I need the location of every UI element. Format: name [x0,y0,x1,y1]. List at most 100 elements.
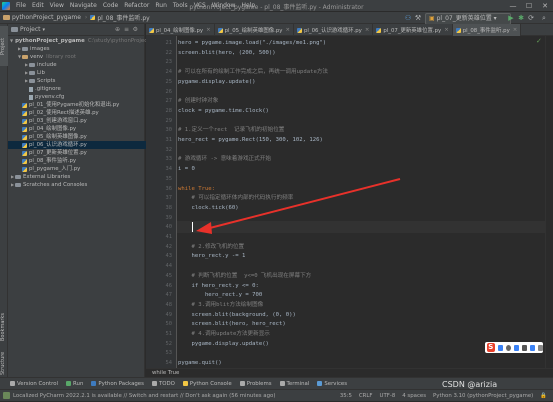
menu-view[interactable]: View [47,2,67,9]
inspection-ok-icon[interactable]: ✓ [536,38,542,45]
editor-tab[interactable]: pl_06_认识游戏循环.py × [294,24,374,36]
menu-edit[interactable]: Edit [29,2,47,9]
file-encoding[interactable]: UTF-8 [380,393,396,399]
menu-help[interactable]: Help [238,2,258,9]
editor-tab-label: pl_07_更新英雄位置.py [383,28,442,34]
file-icon [29,86,33,92]
tool-tab-label: Problems [246,380,272,387]
update-notification-icon[interactable] [3,392,10,399]
ime-lang-icon[interactable] [497,344,503,351]
coverage-icon[interactable]: ⟳ [527,14,535,22]
menu-code[interactable]: Code [100,2,121,9]
menu-file[interactable]: File [13,2,29,9]
tree-item-label: pl_05_绘制英雄图像.py [29,134,87,140]
chevron-down-icon[interactable]: ▼ [10,37,13,45]
menu-run[interactable]: Run [152,2,170,9]
code-editor[interactable]: 21 22 23 24 25 26 27 28 29 30 31 32 33 34 35 36 37 38 39 40… [146,36,545,368]
caret-position[interactable]: 35:5 [340,393,352,399]
collapse-all-icon[interactable]: ≡ [124,26,129,33]
run-icon[interactable]: ▶ [507,14,515,22]
tool-tab[interactable]: Run [66,381,83,387]
tree-item[interactable]: pl_05_绘制英雄图像.py [8,133,154,141]
hammer-icon[interactable]: ⚒ [414,14,422,22]
minimize-button[interactable]: — [505,0,521,12]
tree-item[interactable]: pyvenv.cfg [8,93,161,101]
menu-refactor[interactable]: Refactor [121,2,152,9]
tree-item-label: pythonProject_pygame [15,38,85,44]
python-file-icon [22,102,27,108]
locate-icon[interactable]: ⊕ [115,26,120,33]
maximize-button[interactable]: ☐ [521,0,537,12]
ime-punct-icon[interactable] [505,344,511,351]
editor-scrollbar[interactable] [545,36,553,368]
menu-vcs[interactable]: VCS [191,2,209,9]
editor-tab[interactable]: pl_05_绘制英雄图像.py × [215,24,294,36]
project-tool-tab[interactable]: Project [0,26,8,66]
ime-menu-icon[interactable] [537,344,543,351]
tree-item[interactable]: pl_07_更新英雄位置.py [8,149,154,157]
gear-icon[interactable]: ⚙ [133,26,138,33]
lock-icon[interactable]: 🔒 [540,393,547,399]
folder-icon [22,55,28,59]
tool-tab[interactable]: Problems [239,380,272,387]
code-line: pygame.display.update() [178,340,269,347]
tree-item[interactable]: .gitignore [8,85,161,93]
close-icon[interactable]: × [513,27,518,33]
python-file-icon [455,27,461,33]
close-icon[interactable]: × [285,27,290,33]
tool-tab[interactable]: Services [317,381,347,387]
tree-item-label: images [30,46,50,52]
close-icon[interactable]: × [365,27,370,33]
tree-item[interactable]: ▶ include [8,61,161,69]
tree-item[interactable]: pl_01_使用Pygame初始化和退出.py [8,101,154,109]
tree-item[interactable]: pl_08_事件监听.py [8,157,154,165]
close-icon[interactable]: × [444,27,449,33]
tree-item[interactable]: ▶ Scripts [8,77,161,85]
chevron-right-icon: › [84,14,88,21]
tool-tab[interactable]: Terminal [279,381,309,387]
line-separator[interactable]: CRLF [359,393,373,399]
tree-item[interactable]: ▼ venv library root [8,53,154,61]
tool-tab[interactable]: TODO [151,381,175,387]
breadcrumb-item[interactable]: while True [152,370,179,376]
indent-setting[interactable]: 4 spaces [402,393,426,399]
tool-tab[interactable]: Python Console [182,381,232,387]
tree-item[interactable]: pl_03_创建游戏窗口.py [8,117,154,125]
python-interpreter[interactable]: Python 3.10 (pythonProject_pygame) [433,393,533,399]
menu-tools[interactable]: Tools [170,2,191,9]
menu-window[interactable]: Window [209,2,239,9]
menu-navigate[interactable]: Navigate [67,2,100,9]
tree-item[interactable]: pl_02_使用Rect描述英雄.py [8,109,154,117]
tree-item[interactable]: ▶ Scratches and Consoles [8,181,147,189]
structure-tool-tab[interactable]: Structure [0,350,8,376]
close-button[interactable]: ✕ [537,0,553,12]
ime-toolbar[interactable]: S [485,342,543,353]
tool-tab[interactable]: Version Control [10,381,58,387]
tree-item[interactable]: pl_06_认识游戏循环.py [8,141,154,149]
ime-skin-icon[interactable] [529,344,535,351]
search-icon[interactable]: ⌕ [540,14,548,22]
nav-file[interactable]: › pl_08_事件监听.py [85,13,150,22]
tool-tab[interactable]: Python Packages [91,381,144,387]
python-file-icon [90,15,96,20]
tree-item[interactable]: ▶ External Libraries [8,173,147,181]
nav-project[interactable]: pythonProject_pygame [3,14,81,21]
ime-keyboard-icon[interactable] [521,344,527,351]
tree-item[interactable]: ▶ Lib [8,69,161,77]
close-icon[interactable]: × [206,27,211,33]
user-icon[interactable]: ⚇ [404,14,412,22]
current-line-highlight [177,221,545,234]
tree-item[interactable]: pl_04_绘制图像.py [8,125,154,133]
status-message[interactable]: Localized PyCharm 2022.2.1 is available … [13,393,275,399]
ime-mic-icon[interactable] [513,344,519,351]
bookmarks-tool-tab[interactable]: Bookmarks [0,308,8,346]
debug-icon[interactable]: ✱ [517,14,525,22]
project-panel-title[interactable]: Project [20,26,41,33]
tree-item[interactable]: ▼ pythonProject_pygame C:\study\pythonProj… [8,37,149,45]
tree-item[interactable]: ▶ images [8,45,154,53]
chevron-down-icon[interactable]: ▾ [43,27,46,33]
code-line: clock = pygame.time.Clock() [178,107,269,114]
tree-item[interactable]: pl_pygame_入门.py [8,165,154,173]
editor-tab[interactable]: pl_04_绘制图像.py × [146,24,215,36]
editor-tab[interactable]: pl_07_更新英雄位置.py × [373,24,453,36]
